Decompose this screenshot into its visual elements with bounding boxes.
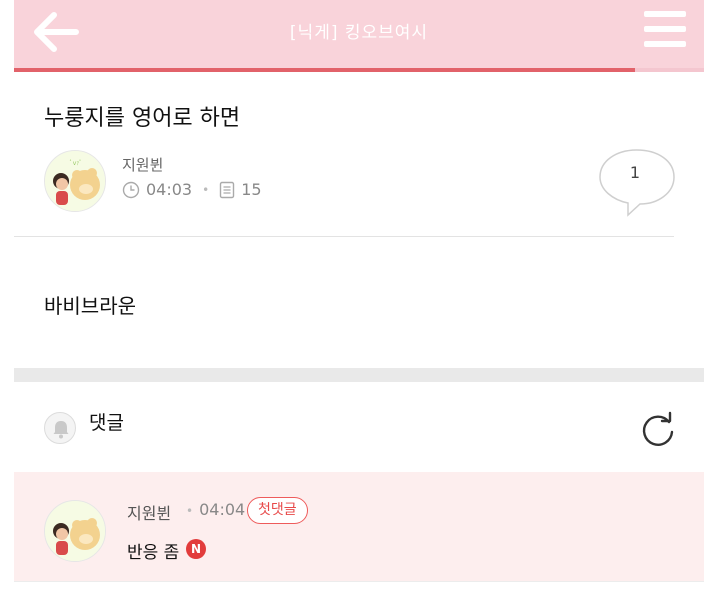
first-comment-badge: 첫댓글 bbox=[247, 497, 308, 524]
view-count: 15 bbox=[241, 180, 262, 199]
reading-progress-fill bbox=[14, 68, 635, 72]
top-header: [닉게] 킹오브여시 bbox=[14, 0, 704, 68]
post-meta: 04:03 • 15 bbox=[122, 180, 262, 199]
commenter-avatar[interactable] bbox=[44, 500, 106, 562]
meta-separator: • bbox=[202, 182, 210, 197]
comment-time: 04:04 bbox=[199, 500, 246, 519]
document-icon bbox=[219, 181, 235, 198]
refresh-button[interactable] bbox=[638, 410, 678, 450]
hamburger-menu-icon bbox=[644, 11, 686, 47]
comment-meta: • 04:04 bbox=[186, 500, 245, 519]
reading-progress-bar bbox=[14, 68, 704, 72]
post-title: 누룽지를 영어로 하면 bbox=[44, 106, 241, 131]
comment-text: 반응 좀 bbox=[127, 543, 180, 563]
notification-toggle[interactable] bbox=[44, 412, 76, 444]
post-author[interactable]: 지원뷘 bbox=[122, 154, 163, 175]
section-separator bbox=[14, 368, 704, 382]
divider bbox=[14, 236, 674, 237]
post-body: 바비브라운 bbox=[44, 294, 136, 318]
board-title: [닉게] 킹오브여시 bbox=[289, 23, 429, 43]
comment-item[interactable]: 지원뷘 • 04:04 첫댓글 반응 좀 N bbox=[14, 472, 704, 582]
clock-icon bbox=[122, 181, 140, 198]
svg-text:ﾟvｧﾟ: ﾟvｧﾟ bbox=[70, 160, 83, 167]
speech-bubble-icon[interactable] bbox=[598, 148, 676, 218]
comment-author[interactable]: 지원뷘 bbox=[127, 500, 171, 524]
bell-icon bbox=[53, 421, 69, 439]
author-avatar[interactable]: ﾟvｧﾟ bbox=[44, 150, 106, 212]
comment-count: 1 bbox=[629, 163, 641, 182]
app-frame: [닉게] 킹오브여시 누룽지를 영어로 하면 ﾟvｧﾟ 지원뷘 04:03 • … bbox=[14, 0, 704, 600]
comments-heading: 댓글 bbox=[89, 412, 124, 434]
refresh-icon bbox=[642, 411, 674, 446]
menu-button[interactable] bbox=[642, 8, 690, 50]
avatar-image bbox=[45, 501, 105, 561]
meta-separator: • bbox=[186, 504, 194, 518]
avatar-image: ﾟvｧﾟ bbox=[45, 151, 105, 211]
new-badge: N bbox=[186, 539, 206, 559]
post-time: 04:03 bbox=[146, 180, 193, 199]
